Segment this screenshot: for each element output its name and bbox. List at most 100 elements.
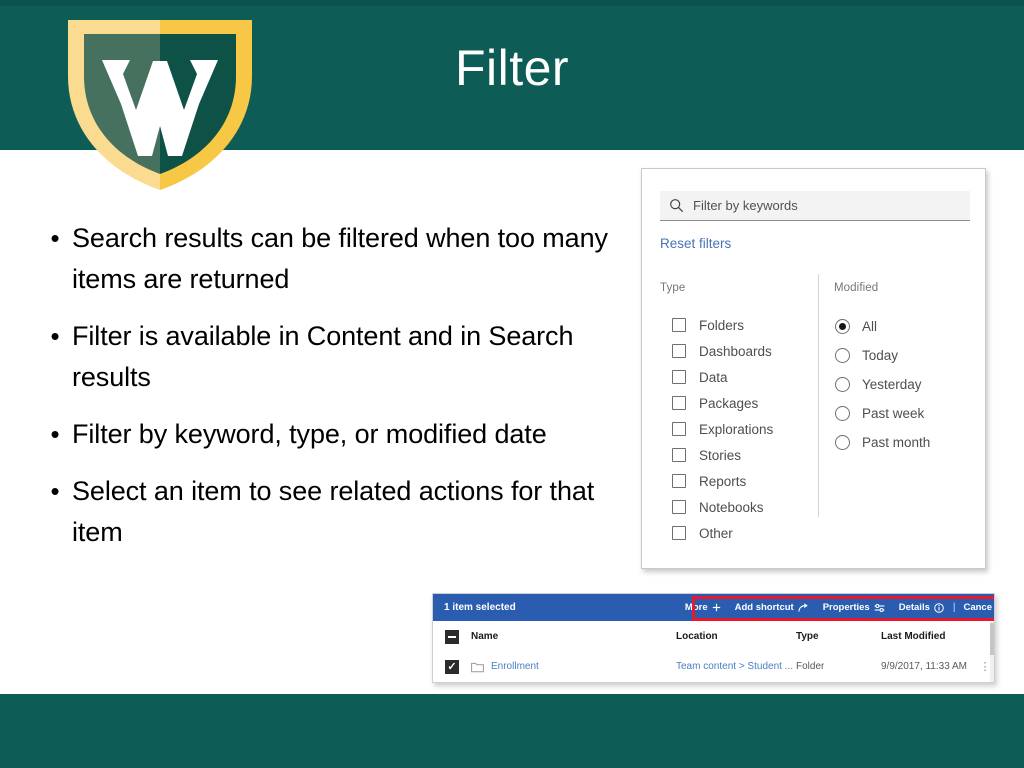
checkbox-icon[interactable]	[672, 396, 686, 410]
cancel-label: Cance	[963, 602, 992, 613]
option-label: Past month	[862, 435, 931, 450]
modified-option-past-week[interactable]: Past week	[834, 399, 974, 428]
wayne-state-w-shield-logo	[62, 14, 258, 194]
option-label: Yesterday	[862, 377, 922, 392]
content-list-screenshot: 1 item selected More Add shortcut Proper…	[432, 593, 995, 683]
type-option-other[interactable]: Other	[660, 520, 823, 546]
checkbox-icon[interactable]	[672, 448, 686, 462]
cell-last-modified: 9/9/2017, 11:33 AM	[881, 661, 967, 672]
column-header-name[interactable]: Name	[471, 631, 676, 643]
selection-count-label: 1 item selected	[444, 601, 516, 613]
row-checkbox[interactable]: ✓	[433, 660, 471, 674]
kebab-menu-icon: ⋮	[979, 660, 991, 673]
list-item: • Search results can be filtered when to…	[38, 218, 624, 300]
list-item: • Filter by keyword, type, or modified d…	[38, 414, 624, 455]
bullet-marker-icon: •	[50, 321, 60, 351]
column-header-last-modified[interactable]: Last Modified	[881, 631, 976, 643]
reset-filters-link[interactable]: Reset filters	[660, 235, 731, 252]
presentation-slide: Filter • Search results can be filtered …	[0, 0, 1024, 768]
search-placeholder: Filter by keywords	[693, 197, 798, 213]
properties-button[interactable]: Properties	[823, 602, 885, 613]
bullet-text: Filter by keyword, type, or modified dat…	[72, 419, 547, 449]
indeterminate-checkbox-icon[interactable]	[445, 629, 459, 644]
checkbox-icon[interactable]	[672, 422, 686, 436]
modified-option-past-month[interactable]: Past month	[834, 428, 974, 457]
list-scrollbar-thumb[interactable]	[990, 623, 994, 655]
option-label: Today	[862, 348, 899, 363]
option-label: Data	[699, 369, 728, 385]
modified-option-yesterday[interactable]: Yesterday	[834, 370, 974, 399]
option-label: All	[862, 319, 878, 334]
modified-option-all[interactable]: All	[834, 312, 974, 341]
option-label: Past week	[862, 406, 925, 421]
selection-actions: More Add shortcut Properties Details | C…	[671, 594, 994, 621]
checkbox-icon[interactable]	[672, 370, 686, 384]
option-label: Explorations	[699, 421, 774, 437]
select-all-checkbox[interactable]	[433, 629, 471, 644]
modified-option-today[interactable]: Today	[834, 341, 974, 370]
checkbox-icon[interactable]	[672, 318, 686, 332]
column-header-type[interactable]: Type	[796, 631, 881, 643]
type-option-data[interactable]: Data	[660, 364, 823, 390]
type-option-notebooks[interactable]: Notebooks	[660, 494, 823, 520]
page-title: Filter	[454, 40, 570, 96]
type-option-stories[interactable]: Stories	[660, 442, 823, 468]
type-group-heading: Type	[660, 282, 686, 294]
option-label: Packages	[699, 395, 759, 411]
radio-button-icon[interactable]	[835, 406, 850, 421]
type-option-folders[interactable]: Folders	[660, 312, 823, 338]
search-input[interactable]: Filter by keywords	[660, 191, 970, 221]
properties-sliders-icon	[874, 603, 885, 613]
properties-label: Properties	[822, 602, 870, 613]
radio-button-icon[interactable]	[835, 435, 850, 450]
add-shortcut-button[interactable]: Add shortcut	[735, 602, 809, 613]
checkbox-icon[interactable]	[672, 474, 686, 488]
more-button[interactable]: More	[685, 602, 721, 613]
type-option-dashboards[interactable]: Dashboards	[660, 338, 823, 364]
cell-type: Folder	[796, 661, 825, 672]
info-circle-icon	[934, 602, 944, 613]
cell-name[interactable]: Enrollment	[471, 661, 676, 673]
type-filter-group: Type Folders Dashboards Data Packages Ex…	[660, 281, 823, 546]
search-icon	[669, 198, 684, 213]
type-option-explorations[interactable]: Explorations	[660, 416, 823, 442]
details-button[interactable]: Details	[899, 602, 944, 613]
option-label: Dashboards	[699, 343, 772, 359]
action-separator: |	[952, 602, 956, 613]
bullet-list: • Search results can be filtered when to…	[38, 218, 624, 569]
option-label: Reports	[699, 473, 747, 489]
folder-icon	[471, 662, 484, 673]
radio-button-icon[interactable]	[835, 348, 850, 363]
selection-action-bar: 1 item selected More Add shortcut Proper…	[433, 594, 994, 621]
table-header-row: Name Location Type Last Modified	[433, 621, 994, 653]
checkbox-icon[interactable]	[672, 526, 686, 540]
shortcut-arrow-icon	[798, 602, 809, 613]
bullet-text: Filter is available in Content and in Se…	[72, 321, 574, 392]
checkbox-icon[interactable]	[672, 344, 686, 358]
cancel-button[interactable]: Cance	[963, 602, 992, 613]
option-label: Notebooks	[699, 499, 764, 515]
option-label: Folders	[699, 317, 745, 333]
radio-button-icon[interactable]	[835, 319, 850, 334]
modified-filter-group: Modified All Today Yesterday Past week P…	[834, 281, 974, 457]
bullet-text: Search results can be filtered when too …	[72, 223, 608, 294]
row-name-link[interactable]: Enrollment	[491, 661, 539, 673]
radio-button-icon[interactable]	[835, 377, 850, 392]
checkbox-icon[interactable]	[672, 500, 686, 514]
type-option-reports[interactable]: Reports	[660, 468, 823, 494]
option-label: Stories	[699, 447, 742, 463]
bullet-marker-icon: •	[50, 223, 60, 253]
bullet-marker-icon: •	[50, 476, 60, 506]
details-label: Details	[898, 602, 930, 613]
more-label: More	[684, 602, 708, 613]
header-top-strip	[0, 0, 1024, 6]
column-header-location[interactable]: Location	[676, 631, 796, 643]
option-label: Other	[699, 525, 733, 541]
cell-location[interactable]: Team content > Student ...	[676, 661, 796, 673]
plus-icon	[712, 603, 721, 612]
bullet-text: Select an item to see related actions fo…	[72, 476, 595, 547]
table-row[interactable]: ✓ Enrollment Team content > Student ... …	[433, 652, 994, 682]
filter-panel-screenshot: Filter by keywords Reset filters Type Fo…	[641, 168, 986, 569]
checked-checkbox-icon[interactable]: ✓	[445, 660, 459, 674]
type-option-packages[interactable]: Packages	[660, 390, 823, 416]
